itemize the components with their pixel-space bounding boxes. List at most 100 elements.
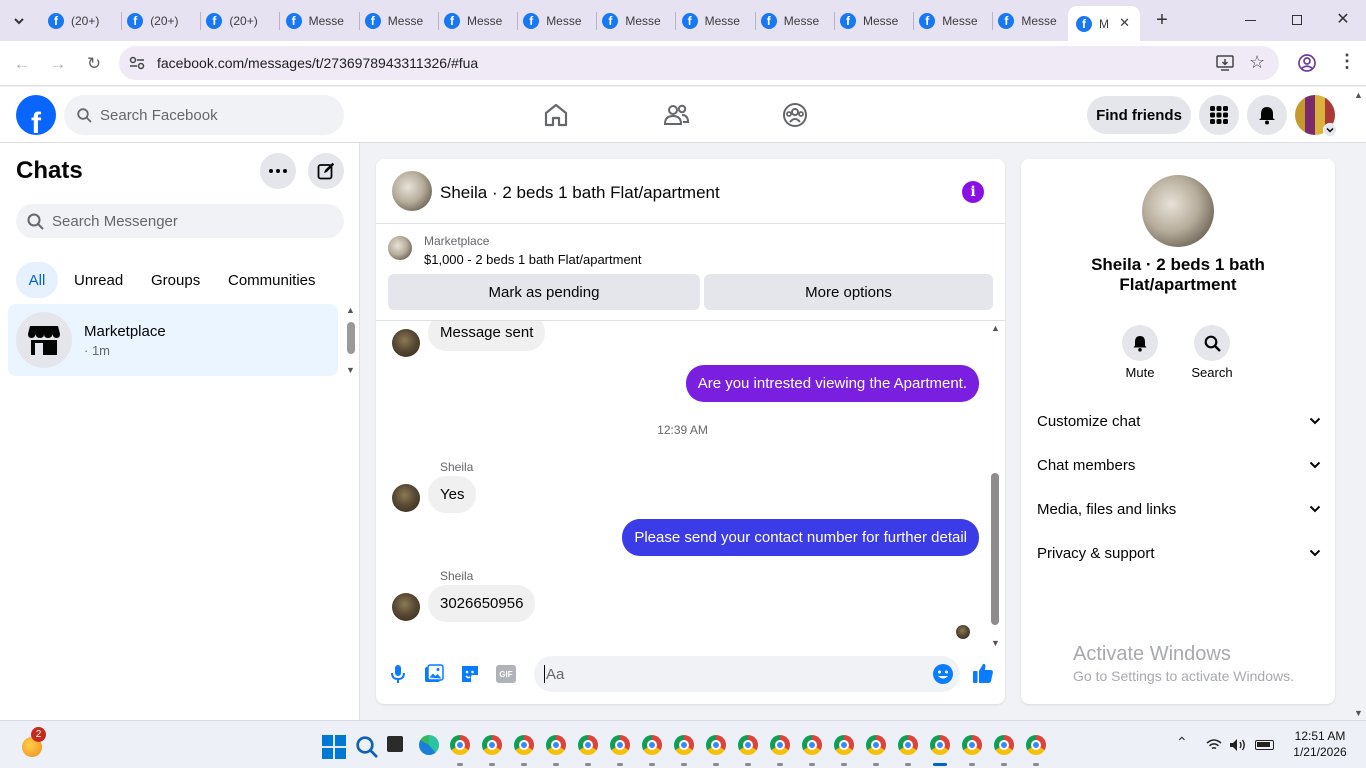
- sender-avatar[interactable]: [392, 593, 420, 621]
- photo-icon[interactable]: [424, 664, 444, 684]
- filter-groups[interactable]: Groups: [141, 262, 210, 298]
- chrome-taskbar-icon[interactable]: [898, 735, 918, 755]
- chrome-taskbar-icon[interactable]: [962, 735, 982, 755]
- bookmark-star-icon[interactable]: ☆: [1249, 52, 1265, 73]
- browser-tab[interactable]: f Messe: [681, 8, 756, 34]
- browser-tab[interactable]: f Messe: [444, 8, 518, 34]
- chat-list-item-marketplace[interactable]: Marketplace · 1m: [8, 304, 338, 376]
- message-bubble[interactable]: Are you intrested viewing the Apartment.: [685, 365, 979, 402]
- mute-button[interactable]: [1122, 325, 1158, 361]
- more-options-button[interactable]: More options: [704, 274, 993, 310]
- browser-tab[interactable]: f (20+): [48, 8, 122, 34]
- facebook-search-input[interactable]: Search Facebook: [64, 95, 344, 135]
- battery-icon[interactable]: [1255, 740, 1274, 750]
- browser-tab[interactable]: f Messe: [523, 8, 598, 34]
- section-media-files-links[interactable]: Media, files and links: [1037, 489, 1321, 529]
- section-privacy-support[interactable]: Privacy & support: [1037, 533, 1321, 573]
- minimize-button[interactable]: [1240, 10, 1260, 30]
- thread-scrollbar[interactable]: ▲ ▼: [988, 321, 1002, 652]
- messenger-search-input[interactable]: Search Messenger: [16, 204, 344, 238]
- chrome-taskbar-icon[interactable]: [578, 735, 598, 755]
- message-bubble[interactable]: Please send your contact number for furt…: [622, 519, 979, 556]
- friends-icon[interactable]: [662, 101, 690, 129]
- groups-icon[interactable]: [781, 101, 809, 129]
- conversation-title[interactable]: Sheila · 2 beds 1 bath Flat/apartment: [440, 183, 720, 203]
- microphone-icon[interactable]: [389, 664, 407, 684]
- edge-icon[interactable]: [419, 735, 439, 755]
- reload-button[interactable]: ↻: [82, 52, 106, 76]
- browser-tab[interactable]: f (20+): [206, 8, 281, 34]
- browser-tab[interactable]: f Messe: [840, 8, 914, 34]
- chrome-taskbar-icon[interactable]: [834, 735, 854, 755]
- account-avatar[interactable]: [1295, 95, 1337, 137]
- taskbar-search-icon[interactable]: [355, 735, 379, 759]
- new-tab-button[interactable]: +: [1151, 9, 1173, 31]
- conversation-avatar[interactable]: [392, 171, 432, 211]
- message-bubble[interactable]: 3026650956: [428, 585, 536, 622]
- chrome-taskbar-icon[interactable]: [994, 735, 1014, 755]
- wifi-icon[interactable]: [1206, 739, 1222, 751]
- show-hidden-icons[interactable]: ⌃: [1176, 734, 1188, 751]
- browser-tab[interactable]: f Messe: [998, 8, 1073, 34]
- notifications-button[interactable]: [1247, 95, 1287, 135]
- listing-title[interactable]: $1,000 - 2 beds 1 bath Flat/apartment: [424, 252, 642, 267]
- chrome-taskbar-icon[interactable]: [610, 735, 630, 755]
- find-friends-button[interactable]: Find friends: [1087, 96, 1191, 134]
- task-view-icon[interactable]: [387, 736, 403, 752]
- home-icon[interactable]: [542, 101, 570, 129]
- tab-close-icon[interactable]: ✕: [1119, 15, 1130, 31]
- chrome-taskbar-icon[interactable]: [738, 735, 758, 755]
- tab-active[interactable]: f M ✕: [1068, 6, 1140, 41]
- clock-date[interactable]: 1/21/2026: [1287, 745, 1353, 759]
- chat-list-scrollbar[interactable]: ▲ ▼: [345, 305, 357, 375]
- emoji-icon[interactable]: [932, 663, 954, 685]
- install-app-icon[interactable]: [1216, 55, 1234, 71]
- search-conversation-button[interactable]: [1194, 325, 1230, 361]
- clock-time[interactable]: 12:51 AM: [1290, 729, 1350, 743]
- sender-avatar[interactable]: [392, 329, 420, 357]
- chrome-taskbar-icon[interactable]: [706, 735, 726, 755]
- section-chat-members[interactable]: Chat members: [1037, 445, 1321, 485]
- listing-thumbnail[interactable]: [388, 236, 412, 260]
- browser-menu-icon[interactable]: ⋮: [1338, 52, 1356, 70]
- profile-icon[interactable]: [1298, 54, 1316, 72]
- browser-tab[interactable]: f Messe: [285, 8, 360, 34]
- forward-button[interactable]: →: [46, 52, 70, 76]
- chrome-taskbar-icon[interactable]: [546, 735, 566, 755]
- site-info-icon[interactable]: [129, 56, 145, 70]
- gif-icon[interactable]: GIF: [496, 665, 516, 683]
- filter-unread[interactable]: Unread: [64, 262, 133, 298]
- url-field[interactable]: facebook.com/messages/t/2736978943311326…: [119, 46, 1279, 80]
- chrome-taskbar-icon[interactable]: [1026, 735, 1046, 755]
- chrome-taskbar-icon[interactable]: [770, 735, 790, 755]
- message-bubble[interactable]: Message sent: [428, 321, 546, 351]
- browser-tab[interactable]: f (20+): [127, 8, 202, 34]
- section-customize-chat[interactable]: Customize chat: [1037, 401, 1321, 441]
- browser-tab[interactable]: f Messe: [760, 8, 835, 34]
- back-button[interactable]: ←: [10, 52, 34, 76]
- sticker-icon[interactable]: [460, 664, 480, 684]
- message-input[interactable]: Aa: [534, 656, 960, 692]
- new-message-button[interactable]: [308, 153, 344, 189]
- contact-avatar[interactable]: [1142, 175, 1214, 247]
- page-scrollbar[interactable]: ▲ ▼: [1352, 90, 1364, 718]
- chrome-taskbar-icon[interactable]: [866, 735, 886, 755]
- browser-tab[interactable]: f Messe: [919, 8, 994, 34]
- windows-start-icon[interactable]: [322, 735, 346, 759]
- conversation-info-button[interactable]: i: [962, 181, 984, 203]
- facebook-logo[interactable]: f: [16, 95, 56, 135]
- chrome-taskbar-icon[interactable]: [802, 735, 822, 755]
- filter-communities[interactable]: Communities: [218, 262, 326, 298]
- mark-as-pending-button[interactable]: Mark as pending: [388, 274, 700, 310]
- chrome-taskbar-icon[interactable]: [450, 735, 470, 755]
- browser-tab[interactable]: f Messe: [364, 8, 439, 34]
- chrome-taskbar-icon[interactable]: [514, 735, 534, 755]
- weather-widget[interactable]: 2: [20, 727, 46, 757]
- chrome-taskbar-icon[interactable]: [482, 735, 502, 755]
- like-icon[interactable]: [972, 662, 994, 684]
- browser-tab[interactable]: f Messe: [602, 8, 677, 34]
- close-window-button[interactable]: ✕: [1333, 9, 1353, 29]
- chrome-taskbar-icon[interactable]: [674, 735, 694, 755]
- menu-button[interactable]: [1199, 95, 1239, 135]
- tab-search-dropdown[interactable]: [8, 10, 30, 32]
